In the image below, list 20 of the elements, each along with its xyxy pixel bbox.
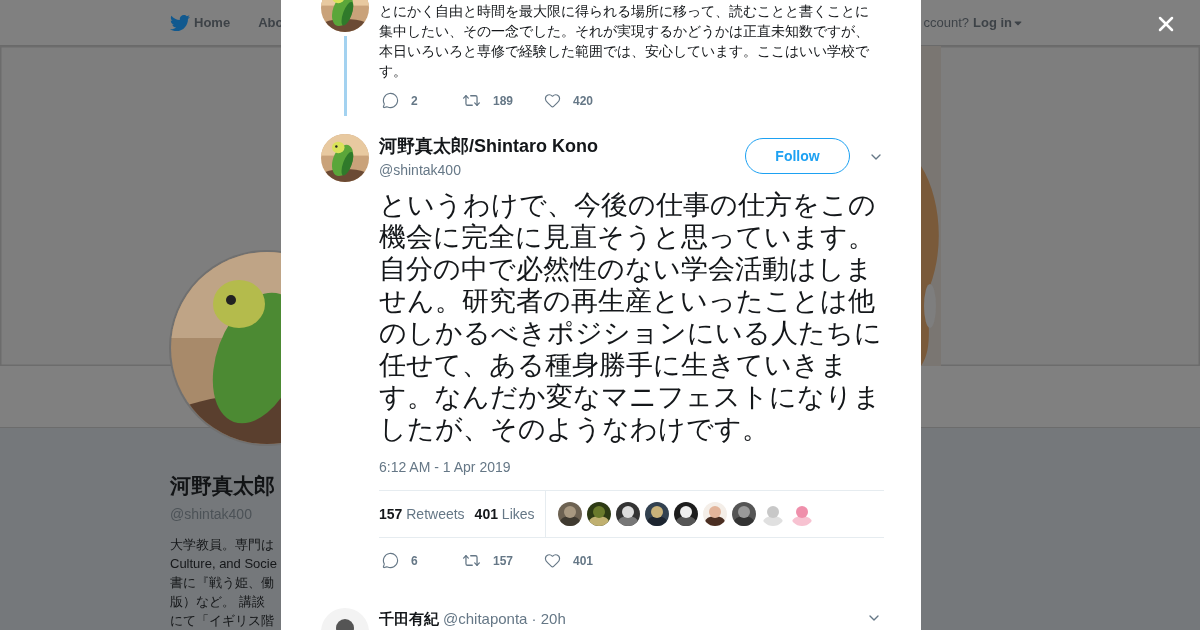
tweet-meta[interactable]: @chitaponta · 20h [443,608,566,630]
login-prompt: ccount? [923,13,969,32]
timestamp[interactable]: 6:12 AM - 1 Apr 2019 [379,457,884,478]
reply-icon [382,552,399,569]
author-name[interactable]: 千田有紀 [379,608,439,630]
bio-line: 書に『戦う姫、働 [170,573,275,592]
like-button[interactable]: 401 [544,551,594,570]
login-link[interactable]: Log in [973,12,1024,33]
bio-line: 版）など。 講談 [170,592,266,611]
likes-count[interactable]: 401 Likes [474,503,535,525]
bio-line: 大学教員。専門は [170,535,275,554]
bio-line: Culture, and Socie [170,554,277,573]
reply-button[interactable]: 6 [382,551,462,570]
like-icon [544,552,561,569]
bio-line: にて「イギリス階 [170,611,275,630]
profile-name: 河野真太郎 [170,473,276,499]
retweet-button[interactable]: 157 [462,551,544,570]
bird-icon [170,12,190,33]
retweets-count[interactable]: 157 Retweets [379,503,465,525]
nav-link[interactable]: Home [170,12,231,33]
